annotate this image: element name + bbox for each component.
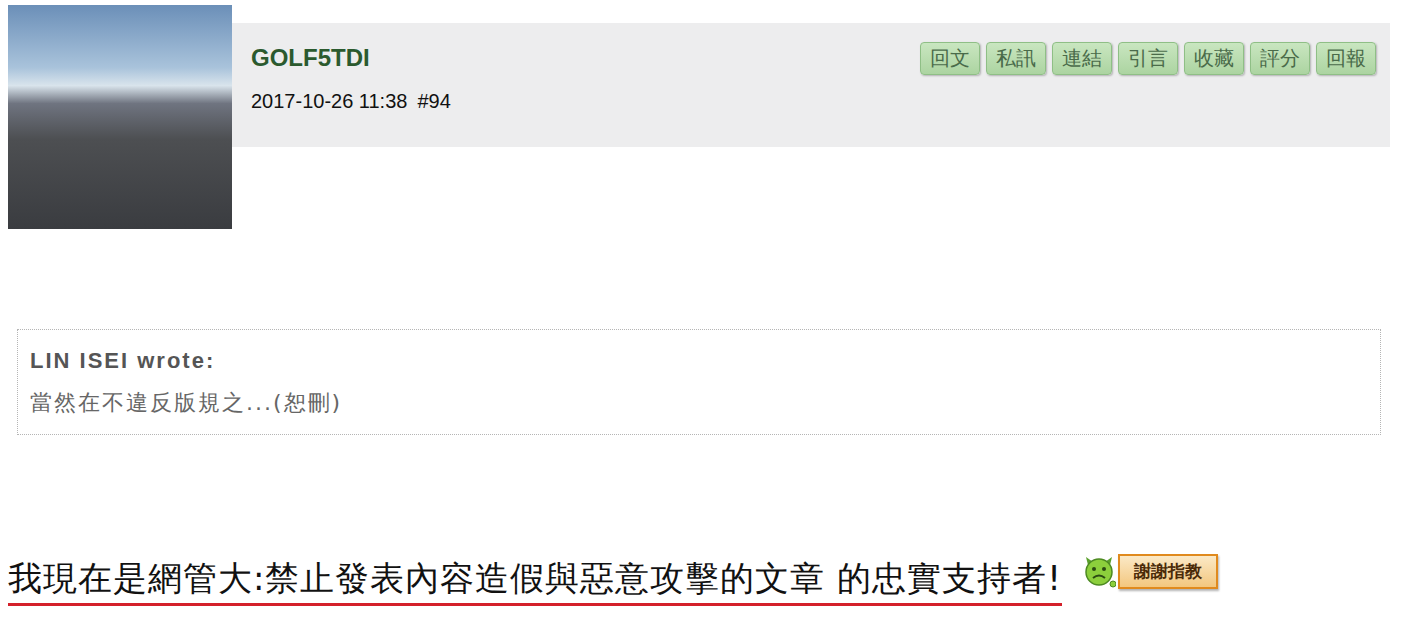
post-number[interactable]: #94 bbox=[417, 90, 450, 113]
user-avatar[interactable] bbox=[8, 5, 232, 229]
forum-post: GOLF5TDI 2017-10-26 11:38 #94 回文私訊連結引言收藏評分回… bbox=[0, 0, 1427, 620]
post-header: GOLF5TDI 2017-10-26 11:38 #94 回文私訊連結引言收藏評分回… bbox=[0, 0, 1427, 229]
quote-box: LIN ISEI wrote: 當然在不違反版規之...(恕刪) bbox=[17, 329, 1381, 435]
quote-text: 當然在不違反版規之...(恕刪) bbox=[30, 388, 1368, 418]
action-button[interactable]: 評分 bbox=[1250, 42, 1310, 75]
action-toolbar: 回文私訊連結引言收藏評分回報 bbox=[920, 42, 1376, 75]
header-bar: GOLF5TDI 2017-10-26 11:38 #94 回文私訊連結引言收藏評分回… bbox=[232, 23, 1390, 147]
thanks-badge: 謝謝指教 bbox=[1082, 554, 1218, 589]
action-button[interactable]: 回文 bbox=[920, 42, 980, 75]
action-button[interactable]: 私訊 bbox=[986, 42, 1046, 75]
badge-label: 謝謝指教 bbox=[1118, 554, 1218, 589]
smiley-icon bbox=[1082, 555, 1116, 589]
author-name[interactable]: GOLF5TDI bbox=[251, 44, 451, 72]
signature: 我現在是網管大:禁止發表內容造假與惡意攻擊的文章 的忠實支持者!謝謝指教 bbox=[8, 558, 1427, 606]
action-button[interactable]: 回報 bbox=[1316, 42, 1376, 75]
post-meta: GOLF5TDI 2017-10-26 11:38 #94 bbox=[251, 42, 451, 113]
post-time: 2017-10-26 11:38 #94 bbox=[251, 90, 451, 113]
signature-text: 我現在是網管大:禁止發表內容造假與惡意攻擊的文章 的忠實支持者! bbox=[8, 558, 1062, 606]
post-date: 2017-10-26 11:38 bbox=[251, 90, 407, 113]
action-button[interactable]: 收藏 bbox=[1184, 42, 1244, 75]
action-button[interactable]: 引言 bbox=[1118, 42, 1178, 75]
action-button[interactable]: 連結 bbox=[1052, 42, 1112, 75]
quote-author: LIN ISEI wrote: bbox=[30, 348, 1368, 374]
